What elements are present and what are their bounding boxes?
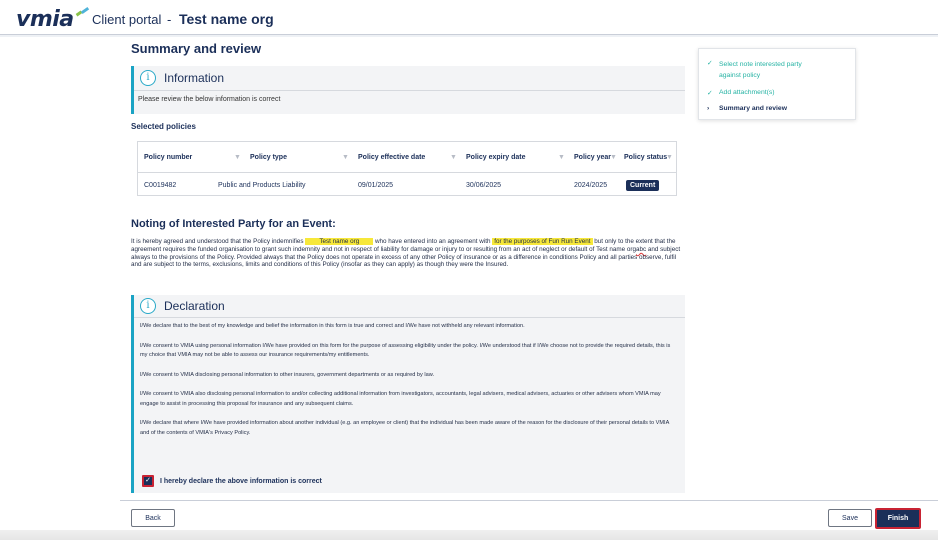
declaration-paragraph: I/We declare that to the best of my know…	[140, 323, 525, 329]
step-add-attachments[interactable]: ✓ Add attachment(s)	[707, 89, 775, 97]
vmia-logo[interactable]: vmia	[16, 6, 90, 32]
column-header-policy-number[interactable]: Policy number	[144, 154, 192, 161]
information-title: Information	[164, 71, 225, 85]
progress-stepper: ✓ Select note interested party against p…	[698, 48, 856, 120]
finish-button[interactable]: Finish	[875, 508, 921, 529]
declaration-paragraph: I/We declare that where I/We have provid…	[140, 420, 670, 436]
noting-title: Noting of Interested Party for an Event:	[131, 218, 336, 230]
header-divider-shadow	[0, 35, 938, 37]
noting-text-2: who have entered into an agreement with	[374, 238, 491, 245]
cell-policy-type: Public and Products Liability	[218, 181, 306, 189]
policy-table: Policy number ▼ Policy type ▼ Policy eff…	[137, 141, 677, 196]
declaration-checkbox-row[interactable]: ✓ I hereby declare the above information…	[142, 475, 322, 487]
column-header-policy-year[interactable]: Policy year	[574, 154, 611, 161]
chevron-right-icon: ›	[707, 105, 710, 112]
save-button[interactable]: Save	[828, 509, 872, 527]
noting-paragraph: It is hereby agreed and understood that …	[131, 238, 687, 269]
information-text: Please review the below information is c…	[138, 96, 281, 103]
status-badge: Current	[626, 179, 660, 191]
column-header-policy-status[interactable]: Policy status	[624, 154, 667, 161]
title-separator: -	[167, 12, 172, 27]
noting-text-1: It is hereby agreed and understood that …	[131, 238, 304, 245]
declaration-title: Declaration	[164, 299, 225, 313]
declaration-panel: i Declaration I/We declare that to the b…	[131, 295, 685, 493]
step-select-interested-party[interactable]: ✓ Select note interested party against p…	[707, 59, 802, 81]
logo-text: vmia	[16, 7, 74, 32]
declaration-paragraph: I/We consent to VMIA also disclosing per…	[140, 391, 661, 407]
column-header-policy-type[interactable]: Policy type	[250, 154, 287, 161]
check-icon: ✓	[707, 60, 713, 67]
info-icon: i	[140, 70, 156, 86]
information-panel-header: i Information	[134, 66, 685, 91]
cell-policy-year: 2024/2025	[574, 181, 608, 189]
declaration-checkbox[interactable]: ✓	[142, 475, 154, 487]
declaration-checkbox-label[interactable]: I hereby declare the above information i…	[160, 478, 322, 485]
selected-policies-label: Selected policies	[131, 122, 196, 131]
filter-icon[interactable]: ▼	[558, 154, 565, 161]
step-summary-review[interactable]: › Summary and review	[707, 105, 787, 112]
filter-icon[interactable]: ▼	[450, 154, 457, 161]
org-highlight: Test name org	[305, 238, 374, 245]
inline-org: Test name org	[596, 245, 636, 253]
cell-policy-number: C0019482	[144, 181, 177, 189]
step-label-line2: against policy	[719, 72, 761, 79]
inline-abc: abc	[635, 245, 647, 253]
cell-effective-date: 09/01/2025	[358, 181, 394, 189]
declaration-panel-header: i Declaration	[134, 295, 685, 318]
app-header: vmia Client portal - Test name org	[0, 0, 938, 34]
window-bottom-edge	[0, 530, 938, 540]
column-header-expiry-date[interactable]: Policy expiry date	[466, 154, 526, 161]
step-label: Select note interested party	[719, 61, 802, 68]
declaration-paragraph: I/We consent to VMIA using personal info…	[140, 342, 671, 359]
column-header-effective-date[interactable]: Policy effective date	[358, 154, 425, 161]
info-icon: i	[140, 298, 156, 314]
declaration-body: I/We declare that to the best of my know…	[134, 318, 685, 452]
logo-mark-icon	[75, 6, 90, 18]
check-icon: ✓	[707, 90, 713, 97]
page-title: Summary and review	[131, 41, 262, 56]
filter-icon[interactable]: ▼	[234, 154, 241, 161]
org-name: Test name org	[178, 11, 274, 27]
step-label: Summary and review	[719, 105, 787, 112]
information-panel: i Information Please review the below in…	[131, 66, 685, 114]
filter-icon[interactable]: ▼	[666, 154, 673, 161]
footer-divider	[120, 500, 938, 501]
filter-icon[interactable]: ▼	[610, 154, 617, 161]
purpose-highlight: for the purposes of Fun Run Event	[492, 238, 593, 245]
portal-title: Client portal - Test name org	[92, 11, 274, 27]
step-label: Add attachment(s)	[719, 89, 775, 96]
filter-icon[interactable]: ▼	[342, 154, 349, 161]
table-row[interactable]: C0019482 Public and Products Liability 0…	[138, 173, 676, 197]
portal-label: Client portal	[92, 12, 162, 27]
declaration-paragraph: I/We consent to VMIA disclosing personal…	[140, 371, 435, 378]
table-header-row: Policy number ▼ Policy type ▼ Policy eff…	[138, 142, 676, 173]
back-button[interactable]: Back	[131, 509, 175, 527]
cell-expiry-date: 30/06/2025	[466, 181, 502, 189]
